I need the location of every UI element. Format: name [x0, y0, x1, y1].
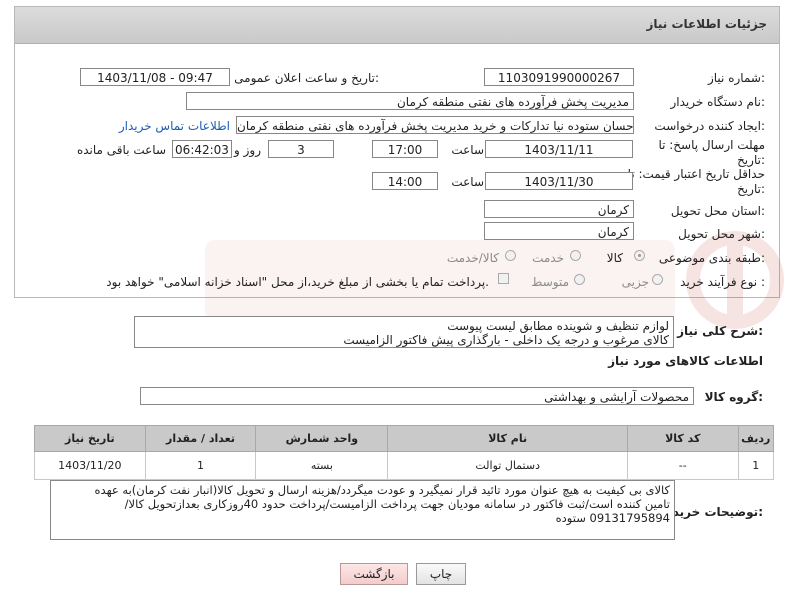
remaining-label: ساعت باقی مانده	[76, 143, 166, 157]
buyer-notes-line-3: 09131795894 ستوده	[555, 511, 670, 525]
contact-link[interactable]: اطلاعات تماس خریدار	[119, 119, 230, 133]
cell-code: --	[626, 451, 739, 480]
city-label: شهر محل تحویل:	[678, 227, 765, 241]
process-option-minor: جزیی	[621, 275, 649, 289]
back-button[interactable]: بازگشت	[340, 563, 408, 585]
category-radio-both[interactable]	[505, 250, 516, 261]
buyer-notes-line-1: کالای بی کیفیت به هیچ عنوان مورد تائید ق…	[94, 483, 670, 497]
summary-label: شرح کلی نیاز:	[677, 324, 763, 338]
remaining-field: 06:42:03	[172, 140, 232, 158]
summary-line-1: لوازم تنظیف و شوینده مطابق لیست پیوست	[447, 319, 669, 333]
validity-date-field: 1403/11/30	[485, 172, 633, 190]
validity-time-field: 14:00	[372, 172, 438, 190]
col-code: کد کالا	[626, 425, 739, 452]
col-unit: واحد شمارش	[255, 425, 389, 452]
items-section-title: اطلاعات کالاهای مورد نیاز	[608, 354, 763, 368]
validity-label-date: تاریخ:	[737, 182, 765, 196]
buyer-notes-label: توضیحات خریدار:	[661, 505, 763, 519]
table-row: 1 -- دستمال توالت بسته 1 1403/11/20	[34, 451, 775, 480]
col-date: تاریخ نیاز	[34, 425, 146, 452]
category-option-both: کالا/خدمت	[446, 251, 499, 265]
panel-header: جزئیات اطلاعات نیاز	[15, 7, 779, 44]
cell-name: دستمال توالت	[387, 451, 628, 480]
items-header-row: ردیف کد کالا نام کالا واحد شمارش تعداد /…	[34, 425, 775, 452]
deadline-label: مهلت ارسال پاسخ: تا	[658, 138, 765, 152]
deadline-date-field: 1403/11/11	[485, 140, 633, 158]
deadline-time-label: ساعت	[451, 143, 484, 157]
col-name: نام کالا	[387, 425, 628, 452]
summary-line-2: کالای مرغوب و درجه یک داخلی - بارگذاری پ…	[343, 333, 669, 347]
process-radio-minor[interactable]	[652, 274, 663, 285]
category-option-service: خدمت	[532, 251, 564, 265]
need-number-field: 1103091990000267	[484, 68, 634, 86]
category-radio-goods[interactable]	[634, 250, 645, 261]
group-field: محصولات آرایشی و بهداشتی	[140, 387, 694, 405]
print-button[interactable]: چاپ	[416, 563, 466, 585]
cell-unit: بسته	[255, 451, 389, 480]
deadline-time-field: 17:00	[372, 140, 438, 158]
category-radio-service[interactable]	[570, 250, 581, 261]
col-row: ردیف	[737, 425, 775, 452]
category-option-goods: کالا	[606, 251, 623, 265]
days-field: 3	[268, 140, 334, 158]
col-qty: تعداد / مقدار	[144, 425, 257, 452]
process-label: نوع فرآیند خرید :	[680, 275, 765, 289]
cell-qty: 1	[144, 451, 257, 480]
province-field: کرمان	[484, 200, 634, 218]
payment-checkbox[interactable]	[498, 273, 509, 284]
city-field: کرمان	[484, 222, 634, 240]
items-table: ردیف کد کالا نام کالا واحد شمارش تعداد /…	[34, 425, 775, 480]
buyer-notes-line-2: تامین کننده است/ثبت فاکتور در سامانه مود…	[124, 497, 670, 511]
summary-textarea: لوازم تنظیف و شوینده مطابق لیست پیوست کا…	[134, 316, 674, 348]
validity-time-label: ساعت	[451, 175, 484, 189]
cell-date: 1403/11/20	[34, 451, 146, 480]
need-number-label: شماره نیاز:	[707, 71, 765, 85]
validity-label: حداقل تاریخ اعتبار قیمت: تا	[627, 167, 765, 181]
cell-row: 1	[737, 451, 775, 480]
process-option-medium: متوسط	[531, 275, 569, 289]
days-label: روز و	[234, 143, 261, 157]
panel-title: جزئیات اطلاعات نیاز	[646, 17, 767, 31]
deadline-label-date: تاریخ:	[737, 153, 765, 167]
province-label: استان محل تحویل:	[670, 204, 765, 218]
category-label: طبقه بندی موضوعی:	[658, 251, 765, 265]
group-label: گروه کالا:	[704, 390, 763, 404]
process-radio-medium[interactable]	[574, 274, 585, 285]
buyer-label: نام دستگاه خریدار:	[670, 95, 766, 109]
buyer-field: مدیریت پخش فرآورده های نفتی منطقه کرمان	[186, 92, 634, 110]
payment-note: پرداخت تمام یا بخشی از مبلغ خرید،از محل …	[106, 275, 489, 289]
announce-label: تاریخ و ساعت اعلان عمومی:	[234, 71, 379, 85]
creator-field: احسان ستوده نیا تدارکات و خرید مدیریت پخ…	[236, 116, 634, 134]
announce-field: 1403/11/08 - 09:47	[80, 68, 230, 86]
buyer-notes-textarea: کالای بی کیفیت به هیچ عنوان مورد تائید ق…	[50, 480, 675, 540]
creator-label: ایجاد کننده درخواست:	[654, 119, 765, 133]
